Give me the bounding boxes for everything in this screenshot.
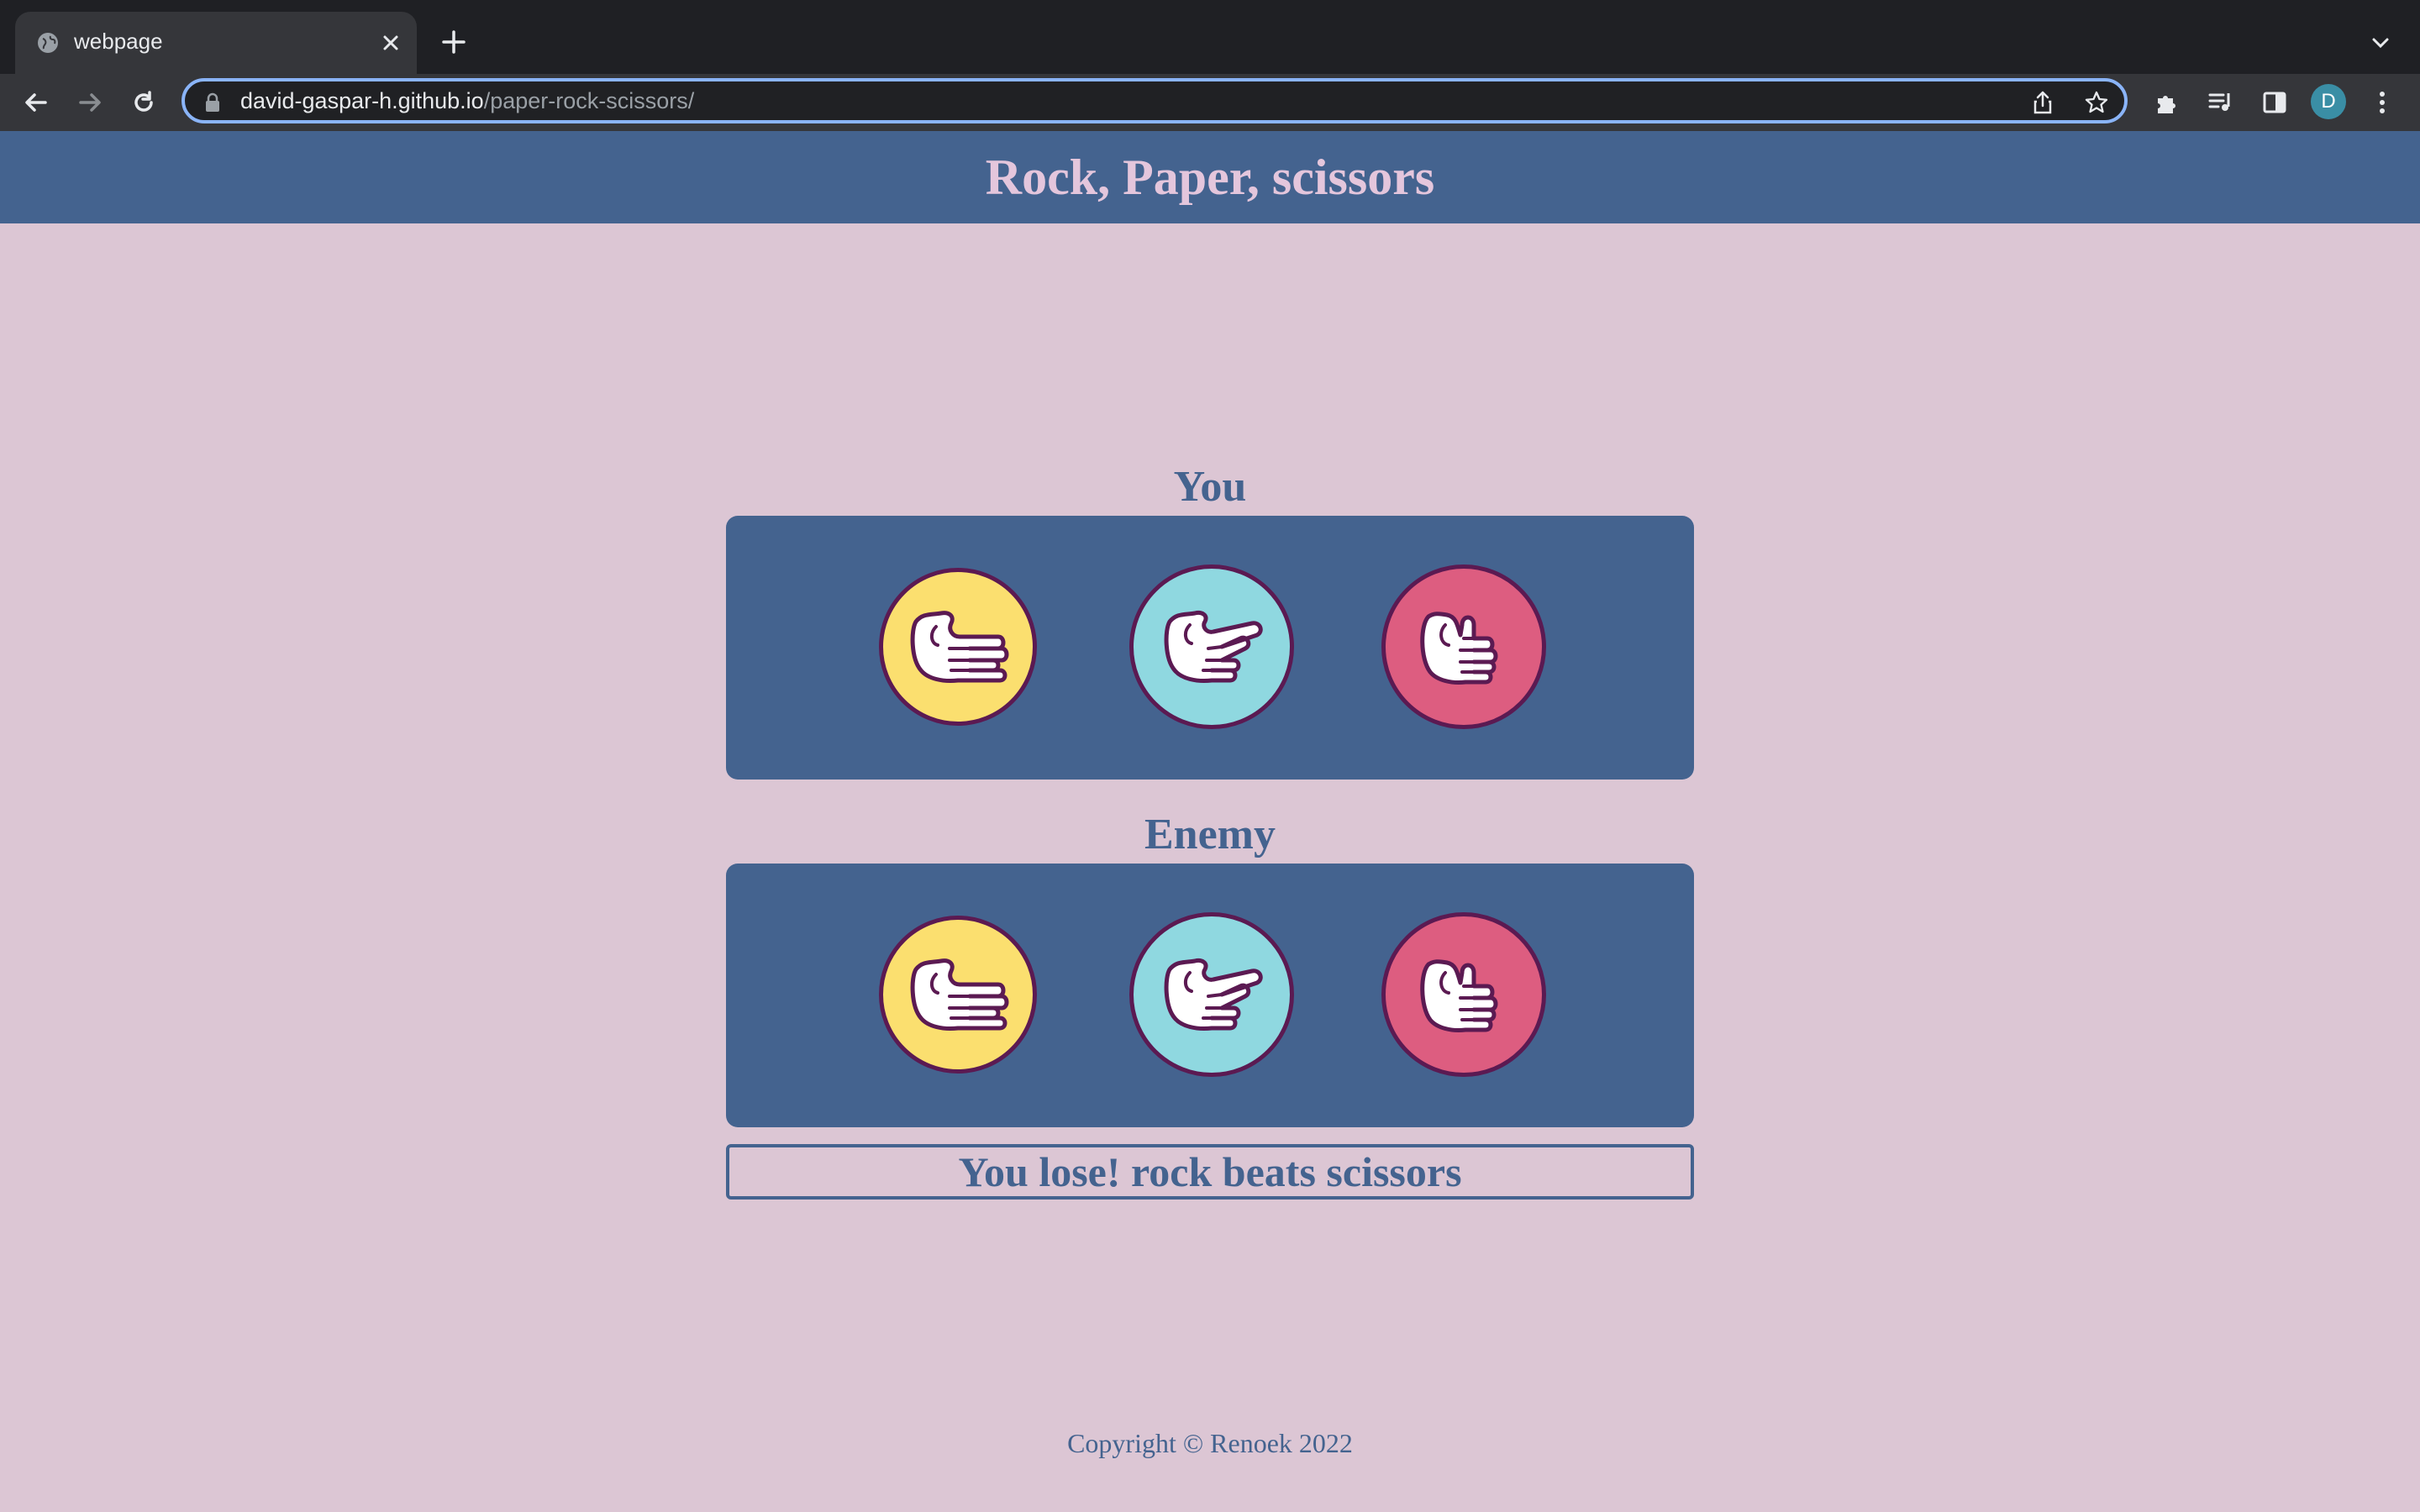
rock-hand-icon	[1401, 944, 1527, 1045]
new-tab-icon[interactable]	[439, 27, 469, 57]
page-title: Rock, Paper, scissors	[985, 149, 1435, 205]
browser-tab[interactable]: webpage	[15, 12, 417, 74]
scissors-hand-icon	[1149, 944, 1275, 1045]
url-path: /paper-rock-scissors/	[483, 88, 695, 113]
back-arrow-icon[interactable]	[22, 88, 50, 117]
result-message: You lose! rock beats scissors	[726, 1144, 1694, 1200]
url-domain: david-gaspar-h.github.io	[240, 88, 484, 113]
enemy-choices-panel	[726, 864, 1694, 1127]
bookmark-star-icon[interactable]	[2084, 90, 2109, 115]
share-icon[interactable]	[2030, 90, 2055, 115]
lock-icon[interactable]	[203, 92, 222, 113]
player-scissors-button[interactable]	[1129, 564, 1294, 729]
close-icon[interactable]	[378, 30, 403, 55]
forward-arrow-icon[interactable]	[76, 88, 104, 117]
player-rock-button[interactable]	[1381, 564, 1546, 729]
address-bar[interactable]: david-gaspar-h.github.io/paper-rock-scis…	[182, 78, 2128, 123]
site-header: Rock, Paper, scissors	[0, 131, 2420, 223]
paper-hand-icon	[895, 944, 1021, 1045]
scissors-hand-icon	[1149, 596, 1275, 697]
player-paper-button[interactable]	[879, 568, 1037, 726]
more-menu-icon[interactable]	[2368, 88, 2396, 117]
enemy-paper-icon-circle	[879, 916, 1037, 1074]
side-panel-icon[interactable]	[2260, 88, 2289, 117]
enemy-label: Enemy	[1144, 811, 1276, 858]
paper-hand-icon	[895, 596, 1021, 697]
player-choices-panel	[726, 516, 1694, 780]
browser-toolbar: david-gaspar-h.github.io/paper-rock-scis…	[0, 74, 2420, 131]
rock-hand-icon	[1401, 596, 1527, 697]
globe-icon	[38, 33, 58, 53]
tab-title: webpage	[74, 29, 163, 54]
enemy-scissors-icon-circle	[1129, 912, 1294, 1077]
player-label: You	[1173, 463, 1247, 511]
media-queue-icon[interactable]	[2207, 88, 2235, 117]
url-text[interactable]: david-gaspar-h.github.io/paper-rock-scis…	[240, 88, 694, 114]
chevron-down-icon[interactable]	[2368, 30, 2393, 55]
footer-copyright: Copyright © Renoek 2022	[1067, 1428, 1353, 1458]
extensions-icon[interactable]	[2153, 88, 2181, 117]
enemy-rock-icon-circle	[1381, 912, 1546, 1077]
profile-avatar[interactable]: D	[2311, 84, 2346, 119]
browser-tab-strip: webpage	[0, 0, 2420, 74]
reload-icon[interactable]	[129, 88, 158, 117]
